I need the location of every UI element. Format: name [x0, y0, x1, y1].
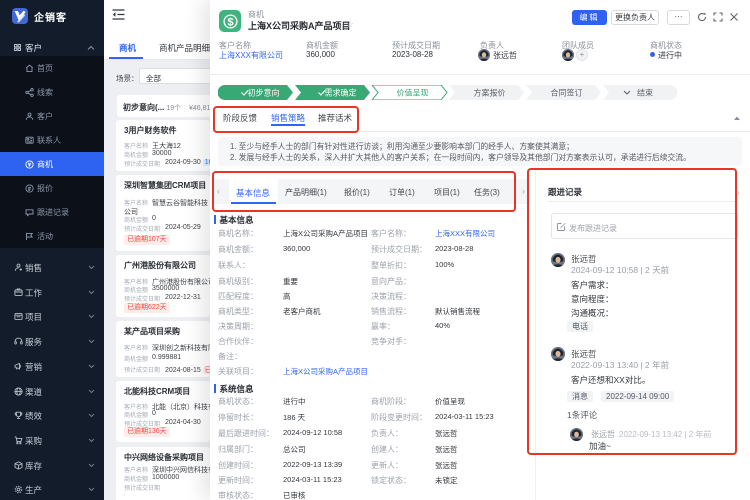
svg-text:初步意向: 初步意向: [248, 88, 280, 98]
svg-text:结束: 结束: [637, 88, 653, 98]
svg-text:合同签订: 合同签订: [551, 88, 583, 98]
svg-text:$: $: [227, 17, 233, 29]
svg-text:需求确定: 需求确定: [325, 88, 357, 98]
svg-text:方案报价: 方案报价: [474, 88, 506, 98]
svg-text:价值呈现: 价值呈现: [397, 88, 429, 98]
